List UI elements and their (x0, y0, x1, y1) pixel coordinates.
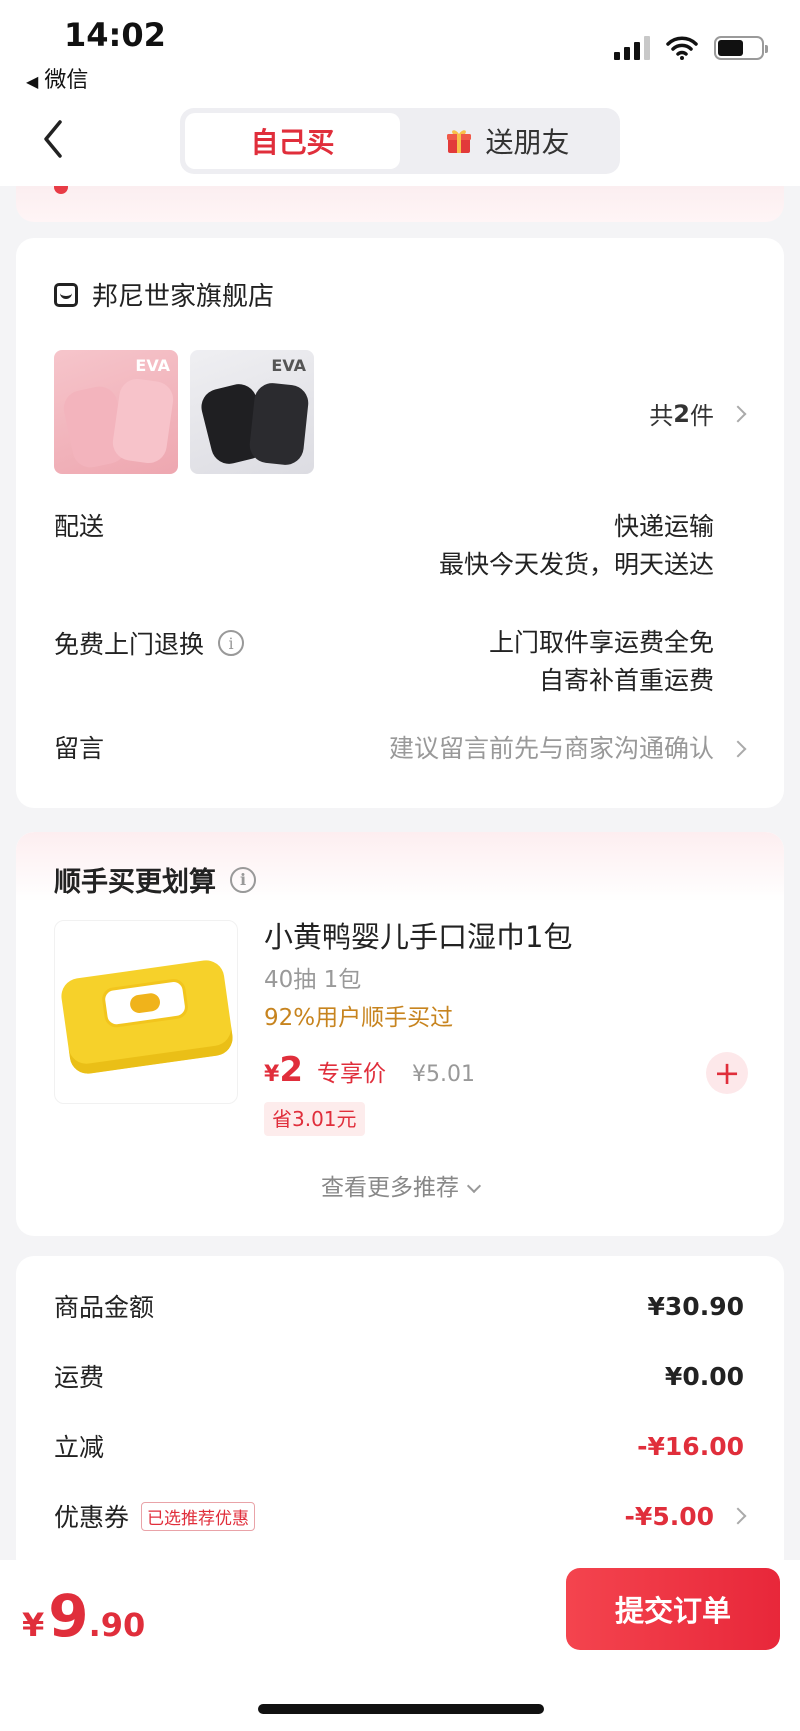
free-return-value: 上门取件享运费全免 自寄补首重运费 (489, 624, 714, 700)
tab-gift-friend-label: 送朋友 (485, 126, 570, 159)
purchase-mode-switch: 自己买 送朋友 (180, 108, 620, 174)
wifi-icon (666, 36, 698, 60)
nav-bar: 自己买 送朋友 (0, 100, 800, 186)
summary-label: 运费 (54, 1363, 105, 1392)
shop-header[interactable]: 邦尼世家旗舰店 (54, 276, 274, 313)
battery-icon (714, 36, 768, 60)
address-card-edge (16, 186, 784, 222)
total-integer: 9 (48, 1582, 89, 1650)
free-return-row: 免费上门退换 i 上门取件享运费全免 自寄补首重运费 (54, 624, 744, 704)
see-more-label: 查看更多推荐 (321, 1175, 459, 1201)
chevron-right-icon (729, 1507, 747, 1525)
original-price: ¥5.01 (411, 1062, 475, 1087)
see-more-recommendations[interactable]: 查看更多推荐 (16, 1168, 784, 1202)
delivery-row: 配送 快递运输 最快今天发货，明天送达 (54, 508, 744, 588)
total-decimal: .90 (88, 1606, 146, 1644)
recommend-popularity: 92%用户顺手买过 (264, 1005, 454, 1031)
summary-value: ¥30.90 (647, 1291, 744, 1321)
thumb-badge: EVA (271, 356, 306, 375)
tab-buy-self-label: 自己买 (250, 126, 335, 159)
price-value: 2 (279, 1050, 303, 1090)
price-tag: 专享价 (316, 1061, 386, 1087)
status-bar: 14:02 ◀ 微信 (0, 0, 800, 100)
back-arrow-icon[interactable] (36, 114, 76, 164)
submit-order-button[interactable]: 提交订单 (566, 1568, 780, 1650)
add-on-recommend-card: 顺手买更划算 i 小黄鸭婴儿手口湿巾1包 40抽 1包 92%用户顺手买过 ¥ … (16, 832, 784, 1236)
count-suffix: 件 (690, 402, 714, 430)
total-price: ¥ 9 .90 (22, 1582, 145, 1650)
coupon-badge: 已选推荐优惠 (141, 1501, 256, 1531)
chevron-down-icon (466, 1178, 482, 1194)
count-prefix: 共 (649, 402, 674, 430)
summary-value: -¥5.00 (624, 1501, 714, 1531)
status-icons (614, 36, 768, 60)
message-label: 留言 (54, 734, 105, 763)
recommend-title: 顺手买更划算 i (54, 860, 256, 899)
coupon-label-wrap: 优惠券 已选推荐优惠 (54, 1498, 625, 1534)
item-count[interactable]: 共2件 (649, 396, 747, 431)
recommend-price: ¥ 2 专享价 ¥5.01 (264, 1050, 475, 1090)
info-icon[interactable]: i (218, 630, 245, 656)
message-hint-wrap: 建议留言前先与商家沟通确认 (388, 730, 747, 768)
message-hint: 建议留言前先与商家沟通确认 (388, 734, 714, 763)
recommend-title-text: 顺手买更划算 (54, 867, 216, 898)
thumb-badge: EVA (135, 356, 170, 375)
gift-icon (447, 130, 472, 153)
summary-row-shipping: 运费 ¥0.00 (54, 1356, 744, 1396)
summary-label: 商品金额 (54, 1293, 155, 1322)
info-icon[interactable]: i (230, 866, 256, 893)
summary-label: 优惠券 (54, 1503, 130, 1532)
checkout-bar: ¥ 9 .90 提交订单 (0, 1560, 800, 1731)
tab-gift-friend[interactable]: 送朋友 (400, 113, 615, 169)
tab-buy-self[interactable]: 自己买 (185, 113, 400, 169)
return-pickup-text: 上门取件享运费全免 (488, 628, 714, 657)
chevron-right-icon (729, 740, 747, 758)
cellular-signal-icon (614, 36, 650, 60)
add-to-order-button[interactable]: + (706, 1052, 748, 1094)
back-app-label: 微信 (44, 68, 89, 93)
count-number: 2 (673, 399, 690, 428)
summary-row-discount: 立减 -¥16.00 (54, 1426, 744, 1466)
home-indicator[interactable] (258, 1704, 544, 1714)
product-thumb-pink-slipper: EVA (54, 350, 178, 474)
recommend-product-spec: 40抽 1包 (264, 967, 362, 993)
summary-label: 立减 (54, 1433, 105, 1462)
shop-name: 邦尼世家旗舰店 (92, 282, 275, 312)
message-row[interactable]: 留言 建议留言前先与商家沟通确认 (54, 730, 747, 770)
store-icon (54, 282, 78, 307)
summary-row-goods: 商品金额 ¥30.90 (54, 1286, 744, 1326)
summary-value: -¥16.00 (637, 1431, 744, 1461)
delivery-label: 配送 (54, 512, 105, 541)
delivery-time: 最快今天发货，明天送达 (438, 550, 714, 579)
back-to-app[interactable]: ◀ 微信 (26, 62, 88, 94)
product-thumb-black-slipper: EVA (190, 350, 314, 474)
shop-order-card: 邦尼世家旗舰店 EVA EVA 共2件 配送 快递运输 最快今天发货，明天送达 … (16, 238, 784, 808)
product-thumbnails[interactable]: EVA EVA (54, 350, 314, 474)
delivery-method: 快递运输 (613, 512, 714, 541)
total-currency: ¥ (22, 1606, 45, 1644)
free-return-label: 免费上门退换 (54, 630, 205, 659)
clock: 14:02 (64, 16, 166, 54)
price-currency: ¥ (264, 1062, 280, 1087)
wipes-product-image[interactable] (54, 920, 238, 1104)
summary-row-coupon[interactable]: 优惠券 已选推荐优惠 -¥5.00 (54, 1496, 747, 1536)
price-summary-card: 商品金额 ¥30.90 运费 ¥0.00 立减 -¥16.00 优惠券 已选推荐… (16, 1256, 784, 1576)
recommend-product-name[interactable]: 小黄鸭婴儿手口湿巾1包 (264, 914, 572, 956)
free-return-label-wrap: 免费上门退换 i (54, 624, 245, 662)
return-self-ship-text: 自寄补首重运费 (538, 666, 714, 695)
chevron-right-icon (729, 405, 747, 422)
back-triangle-icon: ◀ (26, 72, 39, 91)
savings-badge: 省3.01元 (264, 1102, 365, 1136)
summary-value: ¥0.00 (664, 1361, 744, 1391)
delivery-value: 快递运输 最快今天发货，明天送达 (439, 508, 714, 584)
